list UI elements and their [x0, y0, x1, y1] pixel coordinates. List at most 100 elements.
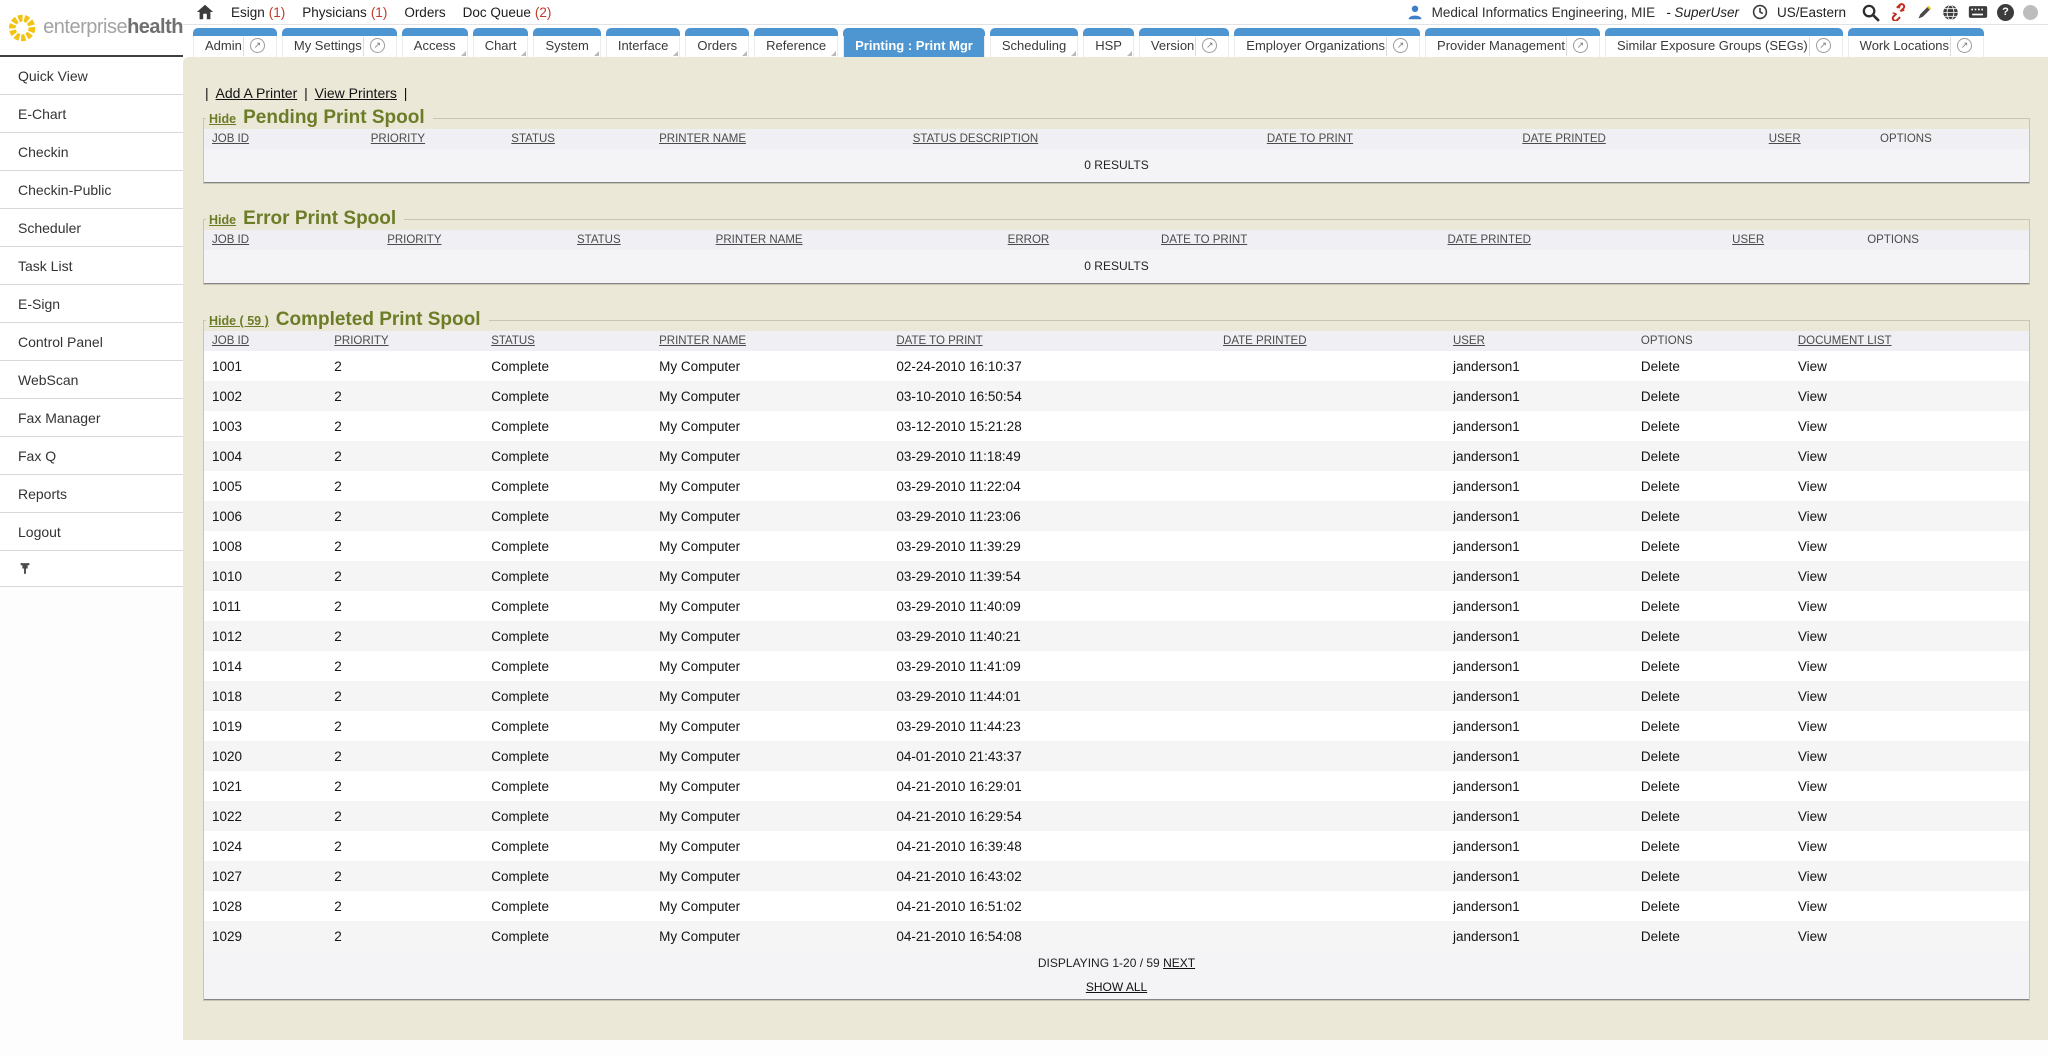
tab[interactable]: System: [533, 28, 600, 57]
tab[interactable]: Similar Exposure Groups (SEGs): [1605, 28, 1843, 57]
search-icon[interactable]: [1861, 3, 1880, 22]
globe-icon[interactable]: [1942, 4, 1959, 21]
view-document-link[interactable]: View: [1798, 839, 1827, 854]
tab[interactable]: Access: [402, 28, 468, 57]
tab[interactable]: Admin: [193, 28, 277, 57]
column-header[interactable]: PRINTER NAME: [651, 331, 888, 351]
column-header[interactable]: ERROR: [1000, 230, 1153, 250]
tab[interactable]: HSP: [1083, 28, 1134, 57]
delete-link[interactable]: Delete: [1641, 809, 1680, 824]
show-all-link[interactable]: SHOW ALL: [1086, 980, 1147, 994]
delete-link[interactable]: Delete: [1641, 509, 1680, 524]
sidebar-item[interactable]: Logout: [0, 513, 183, 551]
add-printer-link[interactable]: Add A Printer: [216, 85, 298, 101]
view-document-link[interactable]: View: [1798, 509, 1827, 524]
view-document-link[interactable]: View: [1798, 419, 1827, 434]
sidebar-item[interactable]: Fax Manager: [0, 399, 183, 437]
delete-link[interactable]: Delete: [1641, 929, 1680, 944]
top-nav-link[interactable]: Orders: [404, 5, 445, 20]
delete-link[interactable]: Delete: [1641, 359, 1680, 374]
tab[interactable]: Orders: [685, 28, 749, 57]
delete-link[interactable]: Delete: [1641, 389, 1680, 404]
sidebar-item[interactable]: Task List: [0, 247, 183, 285]
column-header[interactable]: DATE TO PRINT: [888, 331, 1215, 351]
delete-link[interactable]: Delete: [1641, 839, 1680, 854]
sidebar-item[interactable]: Quick View: [0, 57, 183, 95]
home-icon[interactable]: [196, 3, 214, 21]
column-header[interactable]: DATE TO PRINT: [1259, 129, 1515, 149]
top-nav-link[interactable]: Doc Queue(2): [463, 5, 552, 20]
delete-link[interactable]: Delete: [1641, 779, 1680, 794]
view-document-link[interactable]: View: [1798, 779, 1827, 794]
delete-link[interactable]: Delete: [1641, 539, 1680, 554]
column-header[interactable]: STATUS: [483, 331, 651, 351]
delete-link[interactable]: Delete: [1641, 599, 1680, 614]
view-document-link[interactable]: View: [1798, 659, 1827, 674]
column-header[interactable]: USER: [1761, 129, 1872, 149]
keyboard-icon[interactable]: [1968, 5, 1988, 19]
delete-link[interactable]: Delete: [1641, 629, 1680, 644]
view-document-link[interactable]: View: [1798, 599, 1827, 614]
view-document-link[interactable]: View: [1798, 899, 1827, 914]
tab[interactable]: Reference: [754, 28, 838, 57]
view-document-link[interactable]: View: [1798, 479, 1827, 494]
view-document-link[interactable]: View: [1798, 359, 1827, 374]
delete-link[interactable]: Delete: [1641, 449, 1680, 464]
column-header[interactable]: DATE PRINTED: [1439, 230, 1724, 250]
help-icon[interactable]: [1997, 4, 2014, 21]
delete-link[interactable]: Delete: [1641, 569, 1680, 584]
delete-link[interactable]: Delete: [1641, 899, 1680, 914]
sidebar-item[interactable]: WebScan: [0, 361, 183, 399]
hide-pending-link[interactable]: Hide: [209, 112, 236, 126]
sidebar-item[interactable]: Fax Q: [0, 437, 183, 475]
column-header[interactable]: PRIORITY: [379, 230, 569, 250]
sidebar-item[interactable]: Scheduler: [0, 209, 183, 247]
sidebar-item[interactable]: E-Chart: [0, 95, 183, 133]
view-document-link[interactable]: View: [1798, 719, 1827, 734]
column-header[interactable]: USER: [1724, 230, 1859, 250]
sidebar-item[interactable]: Control Panel: [0, 323, 183, 361]
column-header[interactable]: DOCUMENT LIST: [1790, 331, 2029, 351]
column-header[interactable]: PRINTER NAME: [708, 230, 1000, 250]
column-header[interactable]: PRIORITY: [326, 331, 483, 351]
view-document-link[interactable]: View: [1798, 809, 1827, 824]
sidebar-item[interactable]: Reports: [0, 475, 183, 513]
view-document-link[interactable]: View: [1798, 689, 1827, 704]
disconnect-icon[interactable]: [1889, 3, 1907, 21]
account-name[interactable]: Medical Informatics Engineering, MIE: [1432, 5, 1656, 20]
tab[interactable]: Provider Management: [1425, 28, 1600, 57]
sidebar-item[interactable]: Checkin: [0, 133, 183, 171]
column-header[interactable]: JOB ID: [204, 331, 326, 351]
hide-error-link[interactable]: Hide: [209, 213, 236, 227]
view-document-link[interactable]: View: [1798, 749, 1827, 764]
hide-completed-link[interactable]: Hide ( 59 ): [209, 314, 269, 328]
column-header[interactable]: USER: [1445, 331, 1633, 351]
annotate-pen-icon[interactable]: [1916, 4, 1933, 21]
column-header[interactable]: PRIORITY: [363, 129, 504, 149]
next-page-link[interactable]: NEXT: [1163, 956, 1195, 970]
column-header[interactable]: DATE PRINTED: [1215, 331, 1445, 351]
column-header[interactable]: DATE PRINTED: [1514, 129, 1760, 149]
column-header[interactable]: JOB ID: [204, 230, 379, 250]
delete-link[interactable]: Delete: [1641, 719, 1680, 734]
sidebar-item[interactable]: E-Sign: [0, 285, 183, 323]
view-document-link[interactable]: View: [1798, 539, 1827, 554]
delete-link[interactable]: Delete: [1641, 659, 1680, 674]
view-document-link[interactable]: View: [1798, 389, 1827, 404]
tab[interactable]: Employer Organizations: [1234, 28, 1420, 57]
column-header[interactable]: STATUS: [503, 129, 651, 149]
top-nav-link[interactable]: Esign(1): [231, 5, 285, 20]
tab[interactable]: Printing : Print Mgr: [843, 28, 985, 57]
sidebar-item[interactable]: Checkin-Public: [0, 171, 183, 209]
tab[interactable]: My Settings: [282, 28, 397, 57]
delete-link[interactable]: Delete: [1641, 419, 1680, 434]
app-logo[interactable]: enterprisehealth: [0, 0, 183, 57]
column-header[interactable]: DATE TO PRINT: [1153, 230, 1440, 250]
column-header[interactable]: STATUS: [569, 230, 708, 250]
delete-link[interactable]: Delete: [1641, 749, 1680, 764]
sidebar-pin-toggle[interactable]: [0, 551, 183, 587]
presence-status-icon[interactable]: [2023, 5, 2038, 20]
delete-link[interactable]: Delete: [1641, 479, 1680, 494]
view-document-link[interactable]: View: [1798, 929, 1827, 944]
column-header[interactable]: JOB ID: [204, 129, 363, 149]
